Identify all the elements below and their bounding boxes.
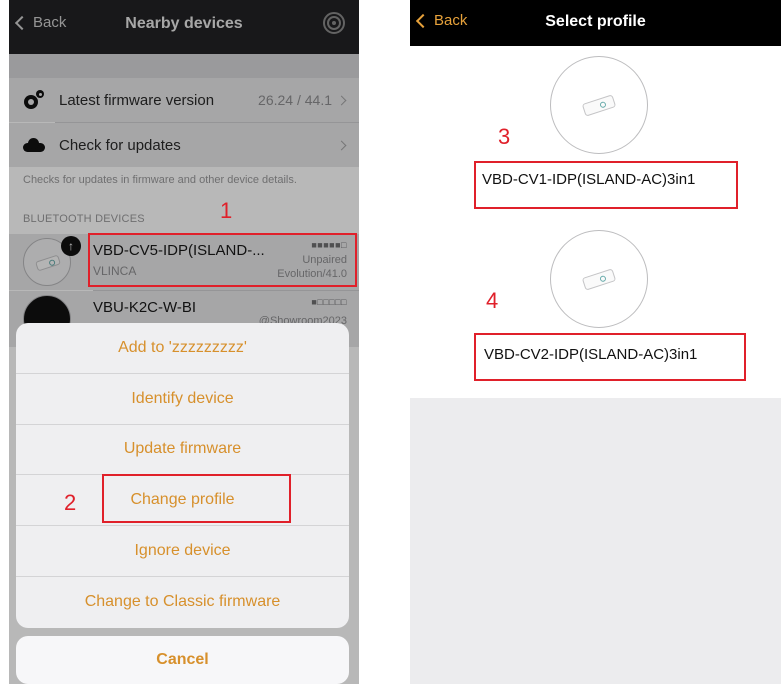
add-to-group-button[interactable]: Add to 'zzzzzzzzz' [16, 323, 349, 374]
step-marker-2: 2 [64, 490, 77, 515]
change-classic-firmware-button[interactable]: Change to Classic firmware [16, 577, 349, 628]
step-marker-1: 1 [220, 198, 233, 223]
step-marker-3: 3 [498, 124, 511, 149]
highlight-box [88, 233, 357, 287]
step-marker-4: 4 [486, 288, 499, 313]
nearby-devices-screen: Back Nearby devices Latest firmware vers… [9, 0, 359, 684]
back-label: Back [434, 12, 468, 29]
empty-area [410, 398, 781, 684]
ignore-device-button[interactable]: Ignore device [16, 526, 349, 577]
dongle-icon [581, 268, 617, 291]
chevron-left-icon [415, 13, 431, 28]
highlight-box [474, 161, 738, 209]
highlight-box [474, 333, 746, 381]
select-profile-screen: Back Select profile VBD-CV1-IDP(ISLAND-A… [410, 0, 781, 684]
update-firmware-button[interactable]: Update firmware [16, 425, 349, 476]
profile-image[interactable] [550, 56, 648, 154]
cancel-button[interactable]: Cancel [16, 636, 349, 684]
dongle-icon [581, 94, 617, 117]
back-button[interactable]: Back [415, 12, 468, 29]
profile-image[interactable] [550, 230, 648, 328]
identify-device-button[interactable]: Identify device [16, 374, 349, 425]
nav-bar: Back Select profile [410, 0, 781, 46]
highlight-box [102, 474, 291, 523]
